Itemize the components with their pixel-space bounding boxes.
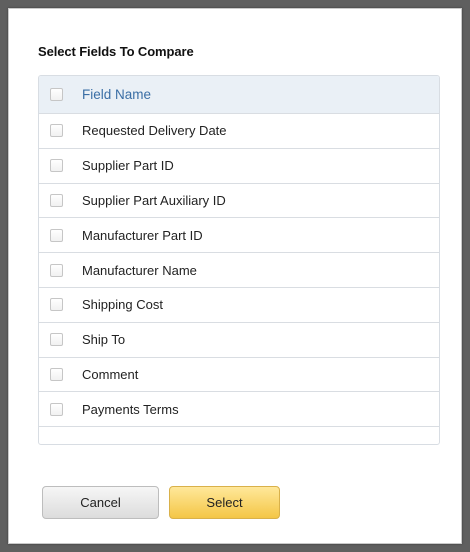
cancel-button[interactable]: Cancel	[42, 486, 159, 519]
table-row[interactable]: Requested Delivery Date	[39, 114, 439, 149]
row-label: Supplier Part Auxiliary ID	[82, 192, 226, 208]
table-header-row: Field Name	[39, 76, 439, 114]
dialog-title: Select Fields To Compare	[38, 44, 194, 59]
row-checkbox[interactable]	[50, 228, 63, 242]
table-row[interactable]: Manufacturer Name	[39, 253, 439, 288]
table-row[interactable]: Shipping Cost	[39, 288, 439, 323]
select-fields-dialog: Select Fields To Compare Field Name Requ…	[8, 8, 462, 544]
table-row[interactable]: Supplier Part Auxiliary ID	[39, 184, 439, 219]
select-all-checkbox[interactable]	[50, 88, 63, 101]
row-label: Manufacturer Name	[82, 262, 197, 278]
row-checkbox[interactable]	[50, 159, 63, 173]
row-checkbox[interactable]	[50, 333, 63, 347]
row-checkbox[interactable]	[50, 124, 63, 138]
row-label: Comment	[82, 366, 139, 382]
row-checkbox[interactable]	[50, 367, 63, 381]
row-checkbox[interactable]	[50, 193, 63, 207]
field-table: Field Name Requested Delivery Date Suppl…	[38, 75, 440, 445]
row-label: Manufacturer Part ID	[82, 227, 203, 243]
row-label: Payments Terms	[82, 401, 179, 417]
row-checkbox[interactable]	[50, 263, 63, 277]
table-row[interactable]: Supplier Part ID	[39, 149, 439, 184]
table-row[interactable]: Ship To	[39, 323, 439, 358]
row-checkbox[interactable]	[50, 402, 63, 416]
row-checkbox[interactable]	[50, 298, 63, 312]
select-button[interactable]: Select	[169, 486, 280, 519]
table-row[interactable]: Comment	[39, 358, 439, 393]
row-label: Requested Delivery Date	[82, 123, 227, 139]
row-label: Shipping Cost	[82, 297, 163, 313]
field-name-header[interactable]: Field Name	[82, 87, 151, 102]
table-row[interactable]: Manufacturer Part ID	[39, 218, 439, 254]
row-label: Supplier Part ID	[82, 158, 174, 174]
row-label: Ship To	[82, 332, 126, 348]
table-row[interactable]: Payments Terms	[39, 392, 439, 428]
